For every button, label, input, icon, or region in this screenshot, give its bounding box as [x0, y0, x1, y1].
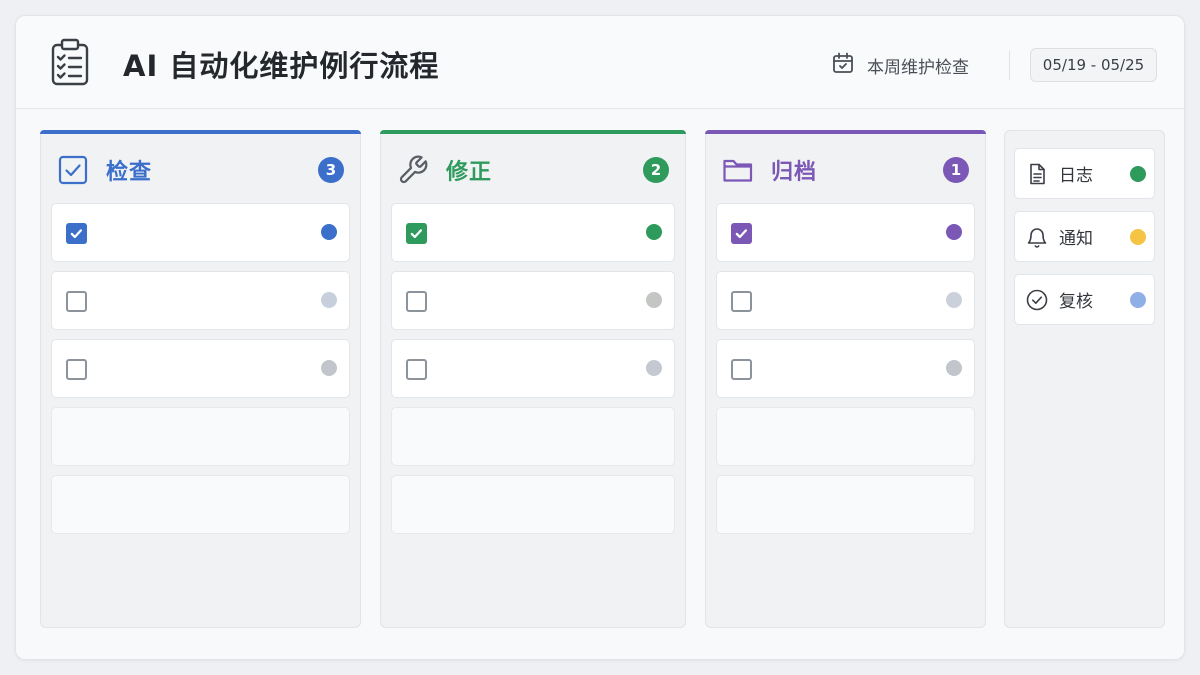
- empty-task-slot[interactable]: [391, 407, 675, 466]
- task-card[interactable]: [51, 271, 350, 330]
- status-dot: [1130, 292, 1146, 308]
- column-archive: 归档 1: [705, 130, 986, 628]
- side-item-notify[interactable]: 通知: [1014, 211, 1155, 262]
- task-status-dot: [946, 292, 962, 308]
- task-checkbox-checked[interactable]: [406, 223, 427, 244]
- task-card[interactable]: [391, 203, 675, 262]
- task-status-dot: [946, 224, 962, 240]
- task-checkbox[interactable]: [731, 291, 752, 312]
- column-fix: 修正 2: [380, 130, 686, 628]
- empty-task-slot[interactable]: [51, 475, 350, 534]
- column-title: 修正: [446, 160, 493, 185]
- checkmark-icon: [735, 229, 748, 239]
- column-header: 归档 1: [722, 153, 969, 187]
- side-item-review[interactable]: 复核: [1014, 274, 1155, 325]
- status-dot: [1130, 166, 1146, 182]
- app-window: AI 自动化维护例行流程 本周维护检查 05/19 - 05/25 检查 3 修…: [15, 15, 1185, 660]
- calendar-check-icon: [831, 51, 855, 79]
- task-checkbox-checked[interactable]: [731, 223, 752, 244]
- column-title: 归档: [771, 160, 818, 185]
- side-item-label: 通知: [1059, 229, 1093, 249]
- task-status-dot: [321, 360, 337, 376]
- task-status-dot: [646, 224, 662, 240]
- empty-task-slot[interactable]: [716, 407, 975, 466]
- clipboard-checklist-icon: [50, 38, 90, 86]
- task-checkbox-checked[interactable]: [66, 223, 87, 244]
- week-label: 本周维护检查: [867, 57, 969, 78]
- task-card[interactable]: [716, 203, 975, 262]
- side-item-label: 日志: [1059, 166, 1093, 186]
- column-check: 检查 3: [40, 130, 361, 628]
- task-checkbox[interactable]: [66, 359, 87, 380]
- column-accent-bar: [40, 130, 361, 134]
- column-count-badge: 3: [318, 157, 344, 183]
- check-circle-icon: [1025, 288, 1049, 312]
- page-title: AI 自动化维护例行流程: [123, 49, 440, 83]
- checkmark-icon: [410, 229, 423, 239]
- empty-task-slot[interactable]: [716, 475, 975, 534]
- bell-icon: [1025, 225, 1049, 249]
- task-status-dot: [946, 360, 962, 376]
- empty-task-slot[interactable]: [51, 407, 350, 466]
- column-accent-bar: [380, 130, 686, 134]
- empty-task-slot[interactable]: [391, 475, 675, 534]
- side-item-label: 复核: [1059, 292, 1093, 312]
- task-card[interactable]: [716, 339, 975, 398]
- column-header: 修正 2: [397, 153, 669, 187]
- column-accent-bar: [705, 130, 986, 134]
- column-count-badge: 2: [643, 157, 669, 183]
- task-card[interactable]: [51, 339, 350, 398]
- task-status-dot: [321, 292, 337, 308]
- folder-icon: [722, 154, 754, 186]
- task-card[interactable]: [391, 339, 675, 398]
- column-count-badge: 1: [943, 157, 969, 183]
- side-panel: 日志 通知 复核: [1004, 130, 1165, 628]
- checkmark-icon: [70, 229, 83, 239]
- header: AI 自动化维护例行流程 本周维护检查 05/19 - 05/25: [16, 16, 1184, 109]
- task-status-dot: [646, 292, 662, 308]
- side-item-log[interactable]: 日志: [1014, 148, 1155, 199]
- header-divider: [1009, 50, 1010, 80]
- column-title: 检查: [106, 160, 153, 185]
- task-card[interactable]: [716, 271, 975, 330]
- task-checkbox[interactable]: [66, 291, 87, 312]
- wrench-icon: [397, 154, 429, 186]
- task-status-dot: [321, 224, 337, 240]
- document-icon: [1025, 162, 1049, 186]
- task-checkbox[interactable]: [406, 291, 427, 312]
- task-status-dot: [646, 360, 662, 376]
- date-range-button[interactable]: 05/19 - 05/25: [1030, 48, 1157, 82]
- task-card[interactable]: [391, 271, 675, 330]
- week-filter[interactable]: 本周维护检查: [831, 52, 969, 78]
- checkbox-icon: [57, 154, 89, 186]
- task-checkbox[interactable]: [406, 359, 427, 380]
- status-dot: [1130, 229, 1146, 245]
- task-checkbox[interactable]: [731, 359, 752, 380]
- task-card[interactable]: [51, 203, 350, 262]
- column-header: 检查 3: [57, 153, 344, 187]
